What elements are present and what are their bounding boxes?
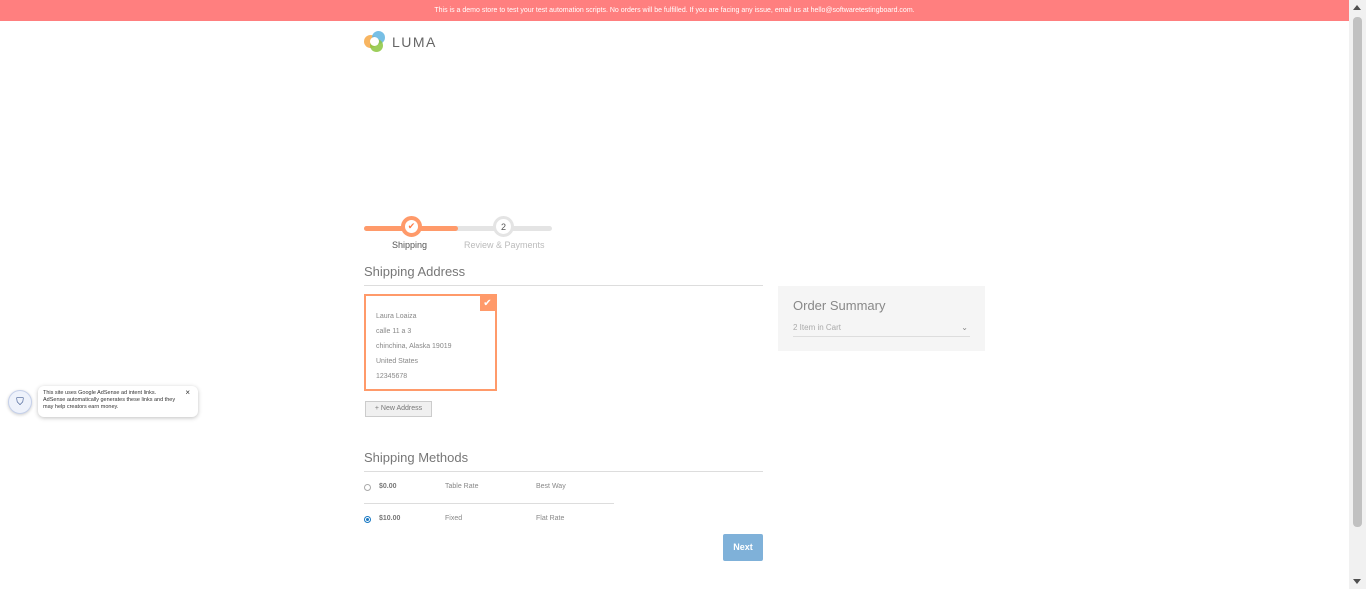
shipping-price: $0.00 xyxy=(379,483,397,490)
step-number: 2 xyxy=(500,221,506,232)
step-shipping-indicator: ✔ xyxy=(401,216,422,237)
shipping-method-radio[interactable] xyxy=(364,484,371,491)
luma-logo-icon xyxy=(364,31,386,53)
step-shipping-label: Shipping xyxy=(392,240,428,250)
cart-items-toggle[interactable]: 2 Item in Cart ⌄ xyxy=(793,323,970,337)
order-summary-title: Order Summary xyxy=(793,298,886,313)
scroll-down-icon[interactable] xyxy=(1353,579,1361,584)
divider xyxy=(364,503,614,504)
shipping-carrier: Best Way xyxy=(536,483,566,490)
divider xyxy=(364,285,763,286)
close-icon[interactable]: × xyxy=(185,389,190,397)
check-icon: ✔ xyxy=(405,220,418,233)
address-name: Laura Loaiza xyxy=(376,313,417,320)
shipping-address-card[interactable]: ✔ Laura Loaiza calle 11 a 3 chinchina, A… xyxy=(364,294,497,391)
shipping-price: $10.00 xyxy=(379,515,401,522)
order-summary: Order Summary 2 Item in Cart ⌄ xyxy=(778,286,985,351)
cart-items-label: 2 Item in Cart xyxy=(793,323,842,332)
new-address-button[interactable]: + New Address xyxy=(365,401,432,417)
divider xyxy=(364,471,763,472)
shield-icon[interactable]: ⛉ xyxy=(8,390,32,414)
checkout-progress-bar: ✔ 2 Shipping Review & Payments xyxy=(364,216,552,256)
logo-text: LUMA xyxy=(392,34,437,50)
adsense-notice: This site uses Google AdSense ad intent … xyxy=(38,386,198,417)
address-street: calle 11 a 3 xyxy=(376,328,412,335)
shipping-method-row[interactable]: $0.00 Table Rate Best Way xyxy=(364,480,614,496)
address-phone: 12345678 xyxy=(376,373,408,380)
shipping-method-name: Table Rate xyxy=(445,483,479,490)
shipping-address-title: Shipping Address xyxy=(364,264,466,279)
shipping-method-radio[interactable] xyxy=(364,516,371,523)
luma-logo[interactable]: LUMA xyxy=(364,31,437,53)
selected-check-icon: ✔ xyxy=(480,296,495,311)
step-review-label: Review & Payments xyxy=(464,240,545,250)
adsense-notice-text: This site uses Google AdSense ad intent … xyxy=(43,390,176,410)
step-review-indicator: 2 xyxy=(493,216,514,237)
vertical-scrollbar[interactable] xyxy=(1349,0,1366,589)
shipping-method-row[interactable]: $10.00 Fixed Flat Rate xyxy=(364,512,614,528)
chevron-down-icon: ⌄ xyxy=(961,323,968,332)
next-button[interactable]: Next xyxy=(723,534,763,561)
shipping-carrier: Flat Rate xyxy=(536,515,565,522)
shipping-methods-title: Shipping Methods xyxy=(364,450,469,465)
scrollbar-thumb[interactable] xyxy=(1353,17,1362,527)
scroll-up-icon[interactable] xyxy=(1353,5,1361,10)
shipping-method-name: Fixed xyxy=(445,515,463,522)
demo-store-banner: This is a demo store to test your test a… xyxy=(0,0,1349,21)
address-country: United States xyxy=(376,358,419,365)
address-city: chinchina, Alaska 19019 xyxy=(376,343,452,350)
